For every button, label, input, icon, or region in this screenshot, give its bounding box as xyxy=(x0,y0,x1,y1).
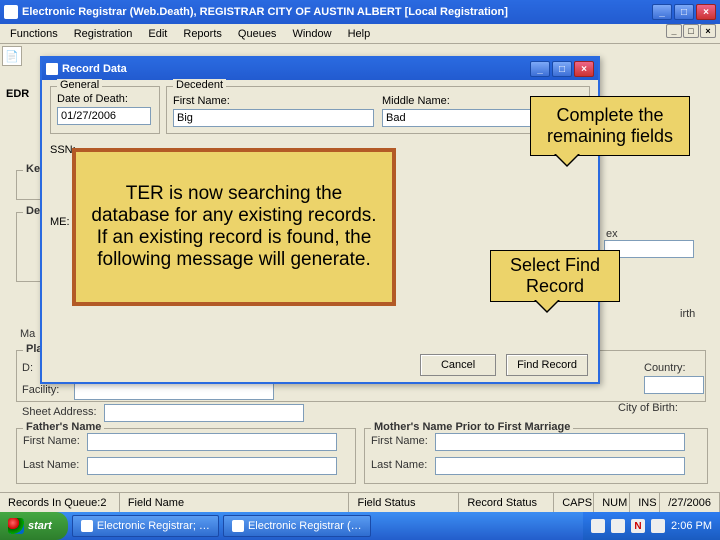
birth-suffix: irth xyxy=(680,308,695,320)
general-legend: General xyxy=(57,79,102,91)
record-close-button[interactable]: × xyxy=(574,61,594,77)
tray-icon[interactable] xyxy=(611,519,625,533)
menu-window[interactable]: Window xyxy=(284,27,339,41)
group-fathers-name: Father's Name xyxy=(23,421,104,433)
country-input[interactable] xyxy=(644,376,704,394)
menu-edit[interactable]: Edit xyxy=(140,27,175,41)
father-first-label: First Name: xyxy=(23,435,80,447)
date-of-death-label: Date of Death: xyxy=(57,93,153,105)
ma-label: Ma xyxy=(20,328,35,340)
father-last-label: Last Name: xyxy=(23,459,79,471)
status-date: /27/2006 xyxy=(660,493,720,512)
status-field-status: Field Status xyxy=(349,493,459,512)
facility-label: Facility: xyxy=(22,384,59,396)
status-num: NUM xyxy=(594,493,630,512)
menu-functions[interactable]: Functions xyxy=(2,27,66,41)
close-button[interactable]: × xyxy=(696,4,716,20)
tray-clock[interactable]: 2:06 PM xyxy=(671,520,712,532)
record-window-icon xyxy=(46,63,58,75)
status-records-in-queue: Records In Queue:2 xyxy=(0,493,120,512)
app-icon xyxy=(232,520,244,532)
country-label: Country: xyxy=(644,362,686,374)
mother-first-label: First Name: xyxy=(371,435,428,447)
status-record-status: Record Status xyxy=(459,493,554,512)
minimize-button[interactable]: _ xyxy=(652,4,672,20)
status-field-name: Field Name xyxy=(120,493,350,512)
taskbar-item-1[interactable]: Electronic Registrar; … xyxy=(72,515,219,537)
tray-icon[interactable] xyxy=(651,519,665,533)
toolbar: 📄 xyxy=(2,44,22,68)
windows-logo-icon xyxy=(8,518,24,534)
mdi-close-button[interactable]: × xyxy=(700,24,716,38)
mother-last-label: Last Name: xyxy=(371,459,427,471)
sheet-address-input[interactable] xyxy=(104,404,304,422)
record-window-title: Record Data xyxy=(62,63,530,75)
cancel-button[interactable]: Cancel xyxy=(420,354,496,376)
first-name-input[interactable] xyxy=(173,109,374,127)
menu-help[interactable]: Help xyxy=(340,27,379,41)
record-maximize-button[interactable]: □ xyxy=(552,61,572,77)
app-icon xyxy=(4,5,18,19)
menu-reports[interactable]: Reports xyxy=(175,27,230,41)
tray-icon[interactable] xyxy=(591,519,605,533)
sheet-address-label: Sheet Address: xyxy=(22,406,97,418)
statusbar: Records In Queue:2 Field Name Field Stat… xyxy=(0,492,720,512)
callout-searching-message: TER is now searching the database for an… xyxy=(72,148,396,306)
d-label: D: xyxy=(22,362,33,374)
restore-button[interactable]: □ xyxy=(674,4,694,20)
mdi-minimize-button[interactable]: _ xyxy=(666,24,682,38)
callout-select-find-record: Select Find Record xyxy=(490,250,620,302)
first-name-label: First Name: xyxy=(173,95,374,107)
toolbar-icon[interactable]: 📄 xyxy=(2,46,22,66)
mdi-controls: _ □ × xyxy=(666,24,716,38)
main-titlebar: Electronic Registrar (Web.Death), REGIST… xyxy=(0,0,720,24)
group-mothers-name: Mother's Name Prior to First Marriage xyxy=(371,421,573,433)
taskbar: start Electronic Registrar; … Electronic… xyxy=(0,512,720,540)
system-tray: N 2:06 PM xyxy=(583,512,720,540)
sex-suffix: ex xyxy=(606,228,618,240)
tray-norton-icon[interactable]: N xyxy=(631,519,645,533)
callout-complete-fields: Complete the remaining fields xyxy=(530,96,690,156)
mother-last-input[interactable] xyxy=(435,457,685,475)
me-label: ME: xyxy=(50,216,70,228)
app-title: Electronic Registrar (Web.Death), REGIST… xyxy=(22,6,652,18)
menu-registration[interactable]: Registration xyxy=(66,27,141,41)
menu-queues[interactable]: Queues xyxy=(230,27,285,41)
start-button[interactable]: start xyxy=(0,512,68,540)
father-first-input[interactable] xyxy=(87,433,337,451)
decedent-legend: Decedent xyxy=(173,79,226,91)
record-minimize-button[interactable]: _ xyxy=(530,61,550,77)
date-of-death-input[interactable] xyxy=(57,107,151,125)
app-icon xyxy=(81,520,93,532)
mdi-restore-button[interactable]: □ xyxy=(683,24,699,38)
menubar: Functions Registration Edit Reports Queu… xyxy=(0,24,720,44)
status-ins: INS xyxy=(630,493,660,512)
city-of-birth-label: City of Birth: xyxy=(618,402,678,414)
facility-input[interactable] xyxy=(74,382,274,400)
status-caps: CAPS xyxy=(554,493,594,512)
find-record-button[interactable]: Find Record xyxy=(506,354,588,376)
mother-first-input[interactable] xyxy=(435,433,685,451)
father-last-input[interactable] xyxy=(87,457,337,475)
taskbar-item-2[interactable]: Electronic Registrar (… xyxy=(223,515,371,537)
